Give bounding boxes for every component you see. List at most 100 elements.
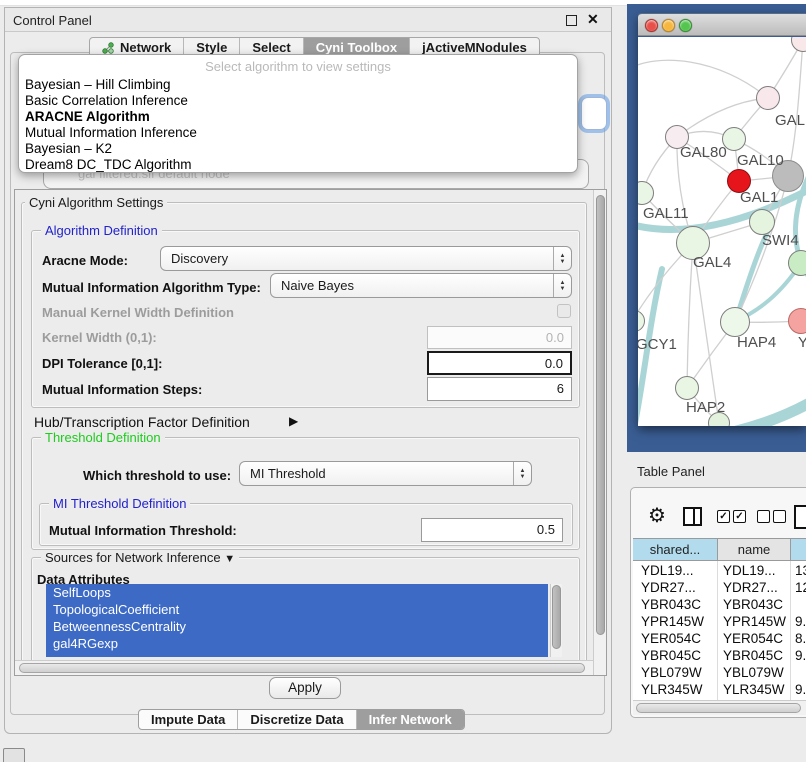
cell-name: YLR345W <box>723 682 785 697</box>
algorithm-dropdown-placeholder: Select algorithm to view settings <box>19 59 577 74</box>
table-row[interactable]: YDR27...YDR27...12 <box>633 579 806 596</box>
node-table: shared... name A YDL19...YDL19...13 YDR2… <box>633 538 806 706</box>
mi-threshold-definition-title: MI Threshold Definition <box>49 496 190 511</box>
sources-title: Sources for Network Inference ▼ <box>41 550 239 565</box>
document-icon[interactable] <box>794 505 806 529</box>
tab-discretize-data-label: Discretize Data <box>250 712 343 727</box>
algorithm-option[interactable]: Bayesian – Hill Climbing <box>23 77 573 93</box>
which-threshold-combobox[interactable]: MI Threshold ▲▼ <box>239 461 532 486</box>
tab-infer-network[interactable]: Infer Network <box>357 710 464 729</box>
kernel-width-label: Kernel Width (0,1): <box>42 330 157 345</box>
minimize-traffic-light[interactable] <box>662 19 675 32</box>
panel-corner-button[interactable] <box>3 748 25 762</box>
mi-threshold-field[interactable]: 0.5 <box>421 518 563 542</box>
apply-button[interactable]: Apply <box>269 677 341 699</box>
network-window-titlebar[interactable] <box>638 13 806 36</box>
algorithm-option[interactable]: Bayesian – K2 <box>23 141 573 157</box>
table-row[interactable]: YDL19...YDL19...13 <box>633 562 806 579</box>
cell-name: YDL19... <box>723 563 776 578</box>
network-canvas[interactable]: GAL GAL80 GAL10 GAL1 GAL11 SWI4 GAL4 GCY… <box>638 37 806 426</box>
table-row[interactable]: YER054CYER054C8. <box>633 630 806 647</box>
unchecked-checkbox-icon[interactable] <box>757 510 770 523</box>
aracne-mode-combobox[interactable]: Discovery ▲▼ <box>160 246 572 271</box>
which-threshold-value: MI Threshold <box>250 466 326 481</box>
node-label: GAL80 <box>680 144 727 161</box>
dpi-tolerance-field[interactable]: 0.0 <box>427 351 572 375</box>
tab-impute-data[interactable]: Impute Data <box>139 710 238 729</box>
mi-type-value: Naive Bayes <box>281 278 354 293</box>
cell-value: 13 <box>795 563 806 578</box>
cell-name: YBR043C <box>723 597 783 612</box>
table-row[interactable]: YBR043C YBR043C <box>633 596 806 613</box>
cell-value: 8. <box>795 631 806 646</box>
table-row[interactable]: YBL079WYBL079W <box>633 664 806 681</box>
aracne-mode-value: Discovery <box>171 251 228 266</box>
cell-value: 9. <box>795 648 806 663</box>
table-horizontal-scrollbar[interactable] <box>633 700 806 715</box>
table-row[interactable]: YBR045CYBR045C9. <box>633 647 806 664</box>
cell-name: YBL079W <box>723 665 784 680</box>
node-label: GAL10 <box>737 152 784 169</box>
aracne-mode-label: Aracne Mode: <box>42 253 128 268</box>
table-row[interactable]: YPR145WYPR145W9. <box>633 613 806 630</box>
column-header-shared-name[interactable]: shared... <box>633 538 718 561</box>
expand-down-arrow-icon[interactable]: ▼ <box>224 553 235 565</box>
focused-button[interactable] <box>581 97 607 130</box>
node-hap2[interactable] <box>675 376 699 400</box>
screen: Control Panel ✕ Network Style <box>0 0 806 762</box>
gear-icon[interactable]: ⚙ <box>648 503 666 528</box>
zoom-traffic-light[interactable] <box>679 19 692 32</box>
node-label: SWI4 <box>762 232 799 249</box>
node-gal-partial[interactable] <box>756 86 780 110</box>
stepper-icon: ▲▼ <box>553 274 571 297</box>
control-panel-titlebar: Control Panel ✕ <box>5 8 611 32</box>
float-window-icon[interactable] <box>566 15 577 26</box>
which-threshold-label: Which threshold to use: <box>83 468 231 483</box>
algorithm-option[interactable]: Mutual Information Inference <box>23 125 573 141</box>
node-label: GAL4 <box>693 254 731 271</box>
close-icon[interactable]: ✕ <box>587 11 599 28</box>
desktop-background: GAL GAL80 GAL10 GAL1 GAL11 SWI4 GAL4 GCY… <box>627 4 806 452</box>
attribute-item[interactable]: gal4RGexp <box>46 635 548 652</box>
node-label: HAP4 <box>737 334 776 351</box>
mi-type-combobox[interactable]: Naive Bayes ▲▼ <box>270 273 572 298</box>
tab-discretize-data[interactable]: Discretize Data <box>238 710 356 729</box>
table-row[interactable]: YLR345WYLR345W9. <box>633 681 806 698</box>
checked-checkbox-icon[interactable]: ✓ <box>733 510 746 523</box>
cell-shared-name: YLR345W <box>641 682 703 697</box>
tab-infer-network-label: Infer Network <box>369 712 452 727</box>
column-header-partial[interactable]: A <box>791 538 806 561</box>
algorithm-option-selected[interactable]: ARACNE Algorithm <box>23 109 573 125</box>
node-hap4[interactable] <box>720 307 750 337</box>
algorithm-dropdown: Select algorithm to view settings Bayesi… <box>18 54 578 173</box>
attribute-item[interactable]: TopologicalCoefficient <box>46 601 548 618</box>
mi-threshold-label: Mutual Information Threshold: <box>49 523 237 538</box>
tab-jactivemnodules-label: jActiveMNodules <box>422 40 527 55</box>
cyni-bottom-tabs: Impute Data Discretize Data Infer Networ… <box>138 709 465 730</box>
manual-kernel-checkbox[interactable] <box>557 304 571 318</box>
settings-scrollpane: Cyni Algorithm Settings Algorithm Defini… <box>14 189 607 676</box>
data-attributes-list[interactable]: SelfLoops TopologicalCoefficient Between… <box>46 584 548 657</box>
tab-impute-data-label: Impute Data <box>151 712 225 727</box>
collapse-right-arrow-icon[interactable]: ▶ <box>289 414 298 428</box>
close-traffic-light[interactable] <box>645 19 658 32</box>
node-label: GAL1 <box>740 189 778 206</box>
mi-steps-field[interactable]: 6 <box>427 377 572 401</box>
attribute-list-scrollbar[interactable] <box>550 584 562 657</box>
settings-horizontal-scrollbar[interactable] <box>15 660 593 675</box>
cell-shared-name: YBR043C <box>641 597 701 612</box>
tab-style-label: Style <box>196 40 227 55</box>
algorithm-option[interactable]: Dream8 DC_TDC Algorithm <box>23 157 573 173</box>
attribute-item[interactable]: SelfLoops <box>46 584 548 601</box>
kernel-width-field[interactable]: 0.0 <box>427 326 572 349</box>
column-header-name[interactable]: name <box>718 538 791 561</box>
cell-shared-name: YPR145W <box>641 614 704 629</box>
hub-section-label[interactable]: Hub/Transcription Factor Definition <box>34 414 250 430</box>
attribute-item[interactable]: BetweennessCentrality <box>46 618 548 635</box>
columns-icon[interactable] <box>683 507 702 526</box>
checked-checkbox-icon[interactable]: ✓ <box>717 510 730 523</box>
algorithm-option[interactable]: Basic Correlation Inference <box>23 93 573 109</box>
network-icon <box>102 42 114 54</box>
settings-vertical-scrollbar[interactable] <box>593 190 607 675</box>
unchecked-checkbox-icon[interactable] <box>773 510 786 523</box>
